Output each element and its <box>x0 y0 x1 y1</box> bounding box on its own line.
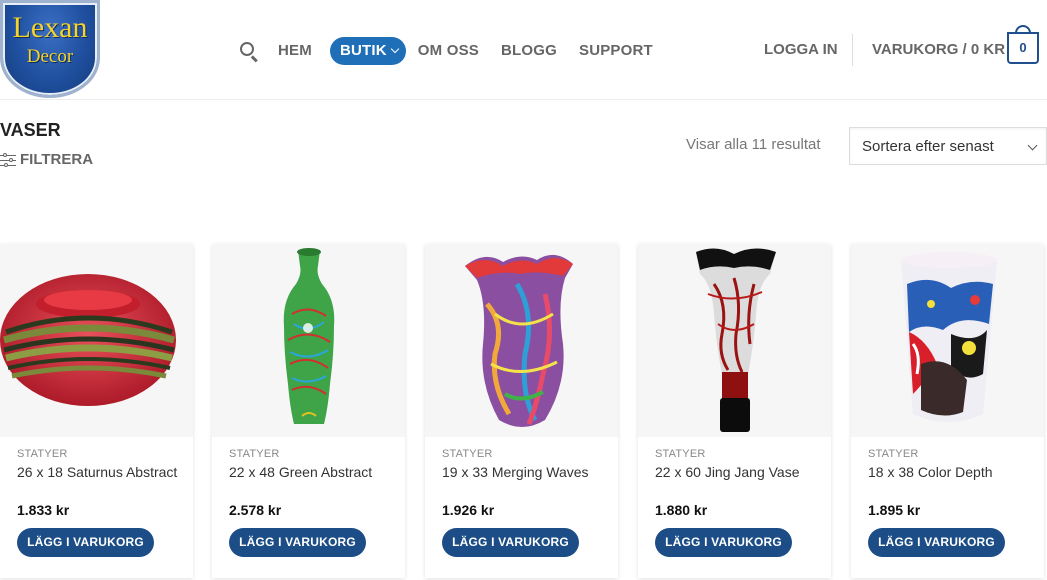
product-grid: STATYER 26 x 18 Saturnus Abstract 1.833 … <box>0 244 1047 580</box>
product-name[interactable]: 19 x 33 Merging Waves <box>442 463 607 481</box>
product-name[interactable]: 22 x 48 Green Abstract <box>229 463 394 481</box>
results-count: Visar alla 11 resultat <box>686 136 821 153</box>
filter-icon <box>0 152 16 167</box>
product-image[interactable] <box>0 244 193 437</box>
login-link[interactable]: LOGGA IN <box>764 36 838 64</box>
cart-icon[interactable]: 0 <box>1007 25 1039 64</box>
product-price: 1.895 kr <box>868 502 921 518</box>
add-to-cart-button[interactable]: LÄGG I VARUKORG <box>229 528 366 557</box>
sort-select[interactable]: Sortera efter senast <box>849 127 1047 165</box>
product-price: 1.833 kr <box>17 502 70 518</box>
product-price: 1.880 kr <box>655 502 708 518</box>
product-category[interactable]: STATYER <box>655 448 706 460</box>
product-name[interactable]: 18 x 38 Color Depth <box>868 463 1033 481</box>
product-name[interactable]: 22 x 60 Jing Jang Vase <box>655 463 820 481</box>
logo[interactable]: Lexan Decor <box>0 0 100 98</box>
add-to-cart-button[interactable]: LÄGG I VARUKORG <box>868 528 1005 557</box>
add-to-cart-button[interactable]: LÄGG I VARUKORG <box>442 528 579 557</box>
sort-selected-value: Sortera efter senast <box>862 138 994 155</box>
product-image[interactable] <box>212 244 405 437</box>
nav-item-hem[interactable]: HEM <box>278 36 312 66</box>
product-image[interactable] <box>851 244 1044 437</box>
nav-item-blogg[interactable]: BLOGG <box>501 36 557 66</box>
product-image[interactable] <box>425 244 618 437</box>
product-name[interactable]: 26 x 18 Saturnus Abstract <box>17 463 182 481</box>
nav-item-support[interactable]: SUPPORT <box>579 36 653 66</box>
nav-item-butik[interactable]: BUTIK <box>329 37 406 65</box>
product-card[interactable]: STATYER 18 x 38 Color Depth 1.895 kr LÄG… <box>851 244 1044 578</box>
product-card[interactable]: STATYER 22 x 60 Jing Jang Vase 1.880 kr … <box>638 244 831 578</box>
site-header: Lexan Decor HEM BUTIK OM OSS BLOGG SUPPO… <box>0 0 1047 100</box>
product-card[interactable]: STATYER 22 x 48 Green Abstract 2.578 kr … <box>212 244 405 578</box>
logo-text-top: Lexan <box>12 11 88 44</box>
add-to-cart-button[interactable]: LÄGG I VARUKORG <box>17 528 154 557</box>
product-image[interactable] <box>638 244 831 437</box>
add-to-cart-button[interactable]: LÄGG I VARUKORG <box>655 528 792 557</box>
nav-item-butik-label: BUTIK <box>339 42 387 59</box>
search-icon[interactable] <box>238 40 260 63</box>
header-divider <box>852 34 853 66</box>
cart-handle <box>1015 25 1031 34</box>
nav-item-om-oss[interactable]: OM OSS <box>418 36 479 66</box>
chevron-down-icon <box>390 44 400 54</box>
product-price: 1.926 kr <box>442 502 495 518</box>
product-price: 2.578 kr <box>229 502 282 518</box>
cart-link[interactable]: VARUKORG / 0 KR <box>872 36 1005 64</box>
product-category[interactable]: STATYER <box>442 448 493 460</box>
cart-count: 0 <box>1019 40 1027 55</box>
page-title: VASER <box>0 120 61 140</box>
chevron-down-icon <box>1027 140 1038 151</box>
product-category[interactable]: STATYER <box>868 448 919 460</box>
product-card[interactable]: STATYER 19 x 33 Merging Waves 1.926 kr L… <box>425 244 618 578</box>
product-card[interactable]: STATYER 26 x 18 Saturnus Abstract 1.833 … <box>0 244 193 578</box>
filter-label: FILTRERA <box>20 151 94 168</box>
filter-button[interactable]: FILTRERA <box>0 151 93 168</box>
product-category[interactable]: STATYER <box>229 448 280 460</box>
logo-text-bottom: Decor <box>26 46 74 67</box>
main-nav: HEM BUTIK OM OSS BLOGG SUPPORT <box>238 36 675 66</box>
product-category[interactable]: STATYER <box>17 448 68 460</box>
